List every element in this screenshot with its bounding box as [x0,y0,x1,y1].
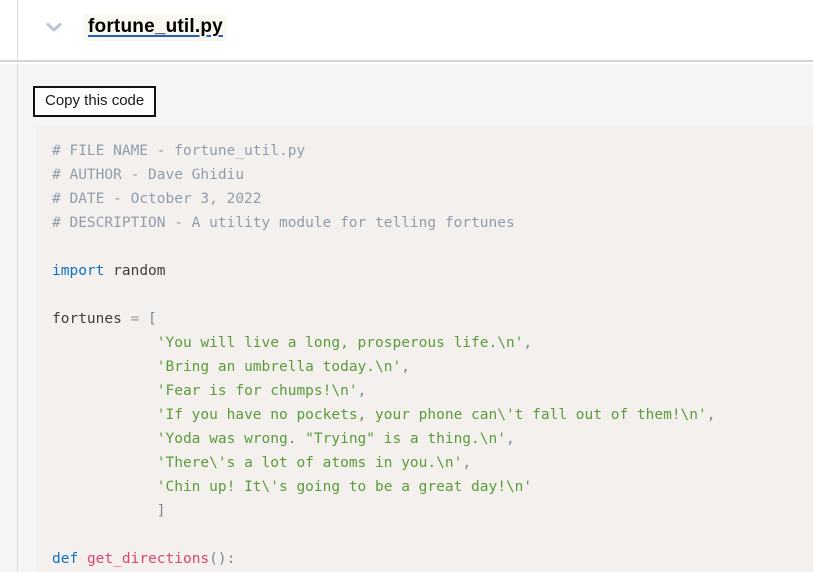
code-token-string: 'Yoda was wrong. "Trying" is a thing.\n' [156,431,506,447]
chevron-down-icon[interactable] [44,17,64,37]
page-title[interactable]: fortune_util.py [84,14,227,41]
code-line: # DESCRIPTION - A utility module for tel… [52,211,813,235]
copy-this-code-button[interactable]: Copy this code [33,86,157,117]
code-token-punct: ] [156,503,166,519]
code-token-comment: # DATE - October 3, 2022 [52,191,262,207]
code-line: 'There\'s a lot of atoms in you.\n', [52,451,813,475]
code-line: import random [52,259,813,283]
file-header: fortune_util.py [0,0,813,62]
code-viewer-page: fortune_util.py Copy this code # FILE NA… [0,0,813,572]
code-token-string: 'Bring an umbrella today.\n' [156,359,402,375]
code-token-name: random [113,263,166,279]
code-token-string: 'If you have no pockets, your phone can\… [156,407,707,423]
code-token-punct: , [505,431,515,447]
code-token-punct: [ [148,311,157,327]
code-line: 'Chin up! It\'s going to be a great day!… [52,475,813,499]
code-token-comment: # DESCRIPTION - A utility module for tel… [52,215,515,231]
code-line: fortunes = [ [52,307,813,331]
code-token-comment: # FILE NAME - fortune_util.py [52,143,306,159]
code-line: ] [52,499,813,523]
code-line: 'Bring an umbrella today.\n', [52,355,813,379]
source-code: # FILE NAME - fortune_util.py # AUTHOR - … [36,125,813,571]
code-token-punct: , [523,335,533,351]
body-left-rail [17,64,18,572]
code-line: def get_directions(): [52,547,813,571]
code-token-punct: , [401,359,410,375]
code-token-name: fortunes [52,311,122,327]
code-token-string: 'Fear is for chumps!\n' [156,383,358,399]
code-token-func: get_directions [86,551,210,567]
code-line: # DATE - October 3, 2022 [52,187,813,211]
code-token-string: 'You will live a long, prosperous life.\… [156,335,524,351]
code-token-string: 'There\'s a lot of atoms in you.\n' [156,455,463,471]
code-token-punct: , [462,455,472,471]
code-line: 'Fear is for chumps!\n', [52,379,813,403]
code-line: 'You will live a long, prosperous life.\… [52,331,813,355]
code-token-keyword: def [52,551,79,567]
code-line: # AUTHOR - Dave Ghidiu [52,163,813,187]
code-token-keyword: import [52,263,105,279]
code-token-string: 'Chin up! It\'s going to be a great day!… [156,479,533,495]
code-token-punct: , [357,383,367,399]
code-token-punct: , [706,407,716,423]
code-panel: Copy this code # FILE NAME - fortune_uti… [0,64,813,572]
code-block[interactable]: # FILE NAME - fortune_util.py # AUTHOR - … [36,125,813,572]
code-token-op: = [130,311,140,327]
code-line: 'Yoda was wrong. "Trying" is a thing.\n'… [52,427,813,451]
code-token-comment: # AUTHOR - Dave Ghidiu [52,167,245,183]
header-left-rail [17,0,18,62]
code-line: 'If you have no pockets, your phone can\… [52,403,813,427]
code-token-punct: (): [209,551,236,567]
code-line: # FILE NAME - fortune_util.py [52,139,813,163]
